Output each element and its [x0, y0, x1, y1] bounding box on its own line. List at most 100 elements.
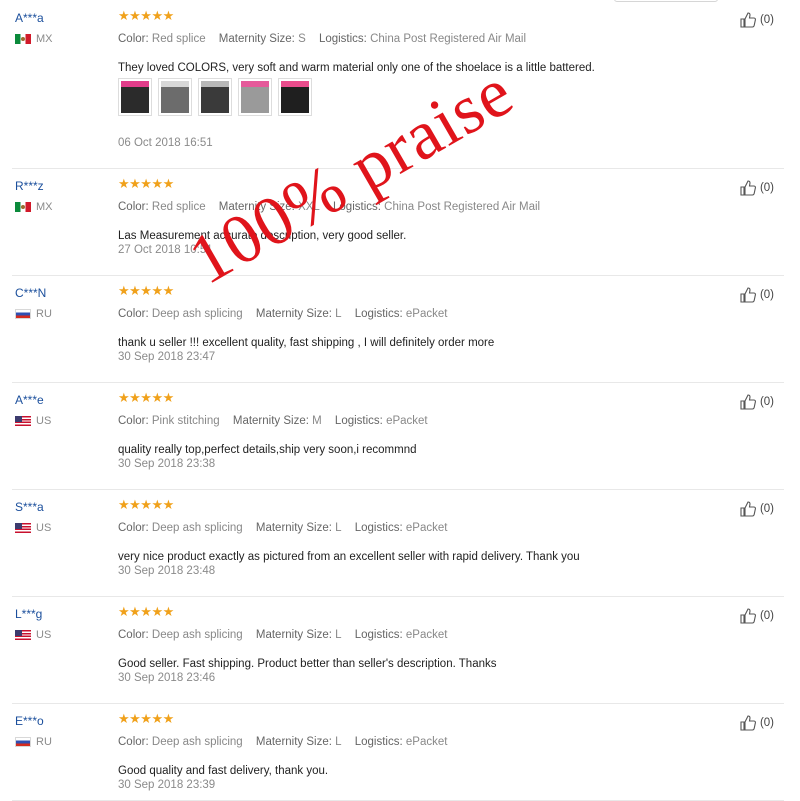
color-value: Deep ash splicing: [151, 629, 243, 641]
color-label: Color:: [118, 33, 149, 45]
review-date: 30 Sep 2018 23:46: [118, 672, 216, 684]
review-photo-thumbnail[interactable]: [238, 78, 272, 116]
reviewer-name: S***a: [15, 500, 44, 514]
helpful-count: (0): [759, 396, 774, 408]
review-date: 06 Oct 2018 16:51: [118, 137, 213, 149]
size-value: L: [335, 308, 342, 320]
helpful-button[interactable]: (0): [739, 393, 774, 411]
review-attributes: Color: Deep ash splicing Maternity Size:…: [118, 736, 447, 748]
logistics-label: Logistics:: [354, 629, 403, 641]
logistics-value: ePacket: [405, 308, 448, 320]
star-rating: ★★★★★: [118, 604, 174, 619]
review-date: 30 Sep 2018 23:47: [118, 351, 216, 363]
review-photo-thumbnail[interactable]: [118, 78, 152, 116]
country-code: US: [36, 415, 52, 427]
helpful-button[interactable]: (0): [739, 607, 774, 625]
review-item: A***e US ★★★★★ Color: Pink stitching Mat…: [12, 382, 784, 490]
helpful-button[interactable]: (0): [739, 714, 774, 732]
helpful-count: (0): [759, 14, 774, 26]
color-value: Red splice: [151, 33, 206, 45]
color-value: Pink stitching: [151, 415, 220, 427]
review-date: 30 Sep 2018 23:48: [118, 565, 216, 577]
helpful-button[interactable]: (0): [739, 11, 774, 29]
review-item: S***a US ★★★★★ Color: Deep ash splicing …: [12, 489, 784, 597]
review-photo-thumbnail[interactable]: [158, 78, 192, 116]
logistics-value: China Post Registered Air Mail: [370, 33, 527, 45]
flag-icon: [15, 416, 31, 426]
star-rating: ★★★★★: [118, 8, 174, 23]
review-attributes: Color: Deep ash splicing Maternity Size:…: [118, 629, 447, 641]
reviewer-name: R***z: [15, 179, 44, 193]
helpful-button[interactable]: (0): [739, 500, 774, 518]
logistics-label: Logistics:: [334, 415, 383, 427]
review-photo-thumbnail[interactable]: [278, 78, 312, 116]
logistics-value: ePacket: [405, 522, 448, 534]
helpful-count: (0): [759, 503, 774, 515]
country-code: RU: [36, 736, 52, 748]
reviewer-country: RU: [15, 308, 52, 320]
reviewer-country: US: [15, 415, 51, 427]
flag-icon: [15, 309, 31, 319]
size-label: Maternity Size:: [232, 415, 309, 427]
size-label: Maternity Size:: [255, 522, 332, 534]
reviewer-country: MX: [15, 33, 53, 45]
review-text: Good seller. Fast shipping. Product bett…: [118, 658, 497, 670]
review-date: 30 Sep 2018 23:38: [118, 458, 216, 470]
review-text: Good quality and fast delivery, thank yo…: [118, 765, 329, 777]
country-code: US: [36, 522, 52, 534]
thumbs-up-icon: [740, 287, 756, 303]
helpful-count: (0): [759, 610, 774, 622]
color-value: Red splice: [151, 201, 206, 213]
reviewer-name: L***g: [15, 607, 43, 621]
color-label: Color:: [118, 629, 149, 641]
review-photo-thumbnail[interactable]: [198, 78, 232, 116]
star-rating: ★★★★★: [118, 497, 174, 512]
star-rating: ★★★★★: [118, 283, 174, 298]
color-label: Color:: [118, 736, 149, 748]
review-attributes: Color: Deep ash splicing Maternity Size:…: [118, 308, 447, 320]
helpful-count: (0): [759, 289, 774, 301]
review-date: 30 Sep 2018 23:39: [118, 779, 216, 791]
color-label: Color:: [118, 201, 149, 213]
size-value: S: [298, 33, 306, 45]
thumbs-up-icon: [740, 501, 756, 517]
helpful-button[interactable]: (0): [739, 179, 774, 197]
color-value: Deep ash splicing: [151, 522, 243, 534]
logistics-label: Logistics:: [318, 33, 367, 45]
thumbs-up-icon: [740, 715, 756, 731]
flag-icon: [15, 34, 31, 44]
helpful-count: (0): [759, 717, 774, 729]
color-label: Color:: [118, 522, 149, 534]
size-value: M: [312, 415, 322, 427]
reviewer-name: E***o: [15, 714, 44, 728]
review-text: thank u seller !!! excellent quality, fa…: [118, 337, 495, 349]
star-rating: ★★★★★: [118, 390, 174, 405]
flag-icon: [15, 523, 31, 533]
helpful-count: (0): [759, 182, 774, 194]
reviewer-country: RU: [15, 736, 52, 748]
review-text: They loved COLORS, very soft and warm ma…: [118, 62, 595, 74]
review-item: E***o RU ★★★★★ Color: Deep ash splicing …: [12, 703, 784, 801]
size-value: L: [335, 629, 342, 641]
logistics-value: ePacket: [405, 629, 448, 641]
review-attributes: Color: Deep ash splicing Maternity Size:…: [118, 522, 447, 534]
review-item: L***g US ★★★★★ Color: Deep ash splicing …: [12, 596, 784, 704]
logistics-label: Logistics:: [354, 736, 403, 748]
country-code: RU: [36, 308, 52, 320]
review-photos: [118, 78, 312, 116]
size-label: Maternity Size:: [255, 629, 332, 641]
review-text: quality really top,perfect details,ship …: [118, 444, 417, 456]
helpful-button[interactable]: (0): [739, 286, 774, 304]
flag-icon: [15, 202, 31, 212]
star-rating: ★★★★★: [118, 176, 174, 191]
logistics-label: Logistics:: [354, 522, 403, 534]
review-attributes: Color: Pink stitching Maternity Size: M …: [118, 415, 428, 427]
country-code: MX: [36, 33, 53, 45]
review-attributes: Color: Red splice Maternity Size: S Logi…: [118, 33, 526, 45]
thumbs-up-icon: [740, 12, 756, 28]
logistics-value: China Post Registered Air Mail: [384, 201, 541, 213]
reviewer-name: A***e: [15, 393, 44, 407]
country-code: US: [36, 629, 52, 641]
reviewer-name: A***a: [15, 11, 44, 25]
color-label: Color:: [118, 415, 149, 427]
